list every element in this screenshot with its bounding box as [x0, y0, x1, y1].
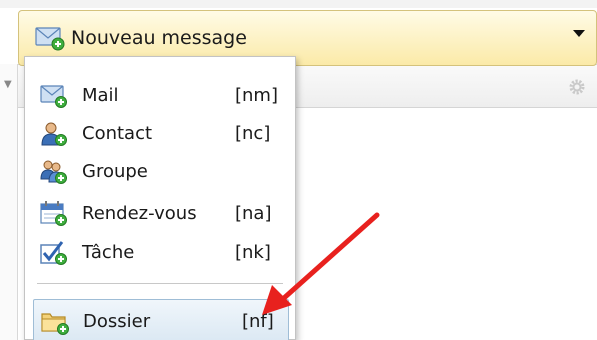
menu-item-label: Contact — [82, 123, 153, 144]
menu-item-shortcut: [nk] — [235, 242, 271, 263]
menu-item-contact[interactable]: Contact [nc] — [25, 114, 295, 152]
menu-item-shortcut: [nf] — [242, 311, 274, 332]
menu-separator — [37, 283, 283, 284]
mail-new-icon — [40, 85, 67, 108]
menu-item-mail[interactable]: Mail [nm] — [25, 76, 295, 114]
folder-new-icon — [41, 313, 69, 335]
menu-item-label: Groupe — [82, 161, 148, 182]
menu-item-shortcut: [na] — [235, 203, 272, 224]
navigation-pane — [0, 64, 18, 340]
menu-item-shortcut: [nm] — [235, 85, 278, 106]
gear-icon[interactable] — [568, 78, 586, 96]
mail-new-icon — [35, 27, 65, 51]
menu-item-label: Rendez-vous — [82, 203, 197, 224]
contact-new-icon — [41, 122, 67, 146]
dropdown-arrow-icon[interactable] — [573, 30, 585, 37]
collapse-triangle-icon[interactable]: ▼ — [4, 80, 12, 90]
menu-item-label: Dossier — [83, 311, 151, 332]
menu-item-appointment[interactable]: Rendez-vous [na] — [25, 194, 295, 232]
menu-item-shortcut: [nc] — [235, 123, 271, 144]
group-new-icon — [40, 160, 67, 184]
menu-item-folder[interactable]: Dossier [nf] — [33, 299, 289, 340]
menu-item-label: Mail — [82, 85, 119, 106]
menu-item-group[interactable]: Groupe — [25, 152, 295, 190]
calendar-new-icon — [40, 201, 67, 226]
new-item-menu: Mail [nm] Contact [nc] Groupe Rendez-vou… — [24, 56, 296, 340]
menu-item-task[interactable]: Tâche [nk] — [25, 233, 295, 271]
task-new-icon — [40, 241, 67, 265]
mail-app-window: ▼ Nouveau message Mail [nm] Contact [nc]… — [0, 0, 597, 340]
new-message-label: Nouveau message — [71, 27, 247, 49]
menu-item-label: Tâche — [82, 242, 135, 263]
title-strip — [0, 0, 597, 8]
